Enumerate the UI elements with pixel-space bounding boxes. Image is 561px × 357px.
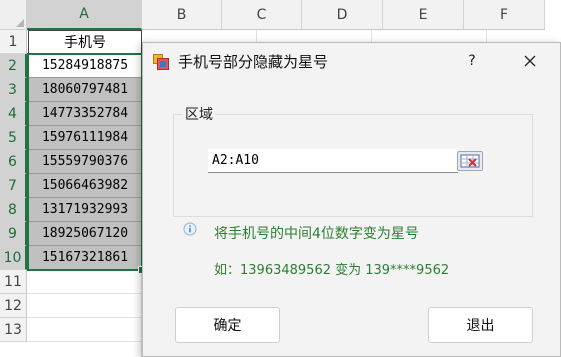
phone-cell[interactable]: 15284918875 xyxy=(28,54,142,78)
column-header-b[interactable]: B xyxy=(142,0,222,30)
close-icon xyxy=(524,55,536,67)
phone-cell[interactable]: 15167321861 xyxy=(28,246,142,270)
row-header[interactable]: 13 xyxy=(0,318,27,342)
phone-cell[interactable]: 15559790376 xyxy=(28,150,142,174)
row-header[interactable]: 8 xyxy=(0,198,27,222)
column-header-e[interactable]: E xyxy=(383,0,464,30)
row-header[interactable]: 5 xyxy=(0,126,27,150)
phone-cell[interactable]: 18060797481 xyxy=(28,78,142,102)
row-header[interactable]: 3 xyxy=(0,78,27,102)
header-cell[interactable]: 手机号 xyxy=(28,30,142,54)
column-header-d[interactable]: D xyxy=(302,0,383,30)
ok-button[interactable]: 确定 xyxy=(175,307,280,343)
range-select-button[interactable] xyxy=(457,151,483,171)
mask-phone-dialog: 手机号部分隐藏为星号 ? 区域 将手机号的中间4位数字变为星号 如：139634… xyxy=(142,42,561,357)
row-header[interactable]: 7 xyxy=(0,174,27,198)
range-input[interactable] xyxy=(208,149,458,173)
column-header-f[interactable]: F xyxy=(464,0,545,30)
range-select-icon xyxy=(460,154,480,168)
info-icon xyxy=(183,222,197,236)
info-text: 将手机号的中间4位数字变为星号 xyxy=(214,226,419,242)
example-text: 如：13963489562 变为 139****9562 xyxy=(214,263,450,278)
column-a-cells: 手机号 15284918875 18060797481 14773352784 … xyxy=(28,30,142,270)
dialog-title: 手机号部分隐藏为星号 xyxy=(178,53,329,71)
close-button[interactable] xyxy=(515,49,545,73)
row-header[interactable]: 12 xyxy=(0,294,27,318)
phone-cell[interactable]: 14773352784 xyxy=(28,102,142,126)
range-group-label: 区域 xyxy=(183,104,215,124)
row-header[interactable]: 10 xyxy=(0,246,27,270)
row-header[interactable]: 6 xyxy=(0,150,27,174)
dialog-titlebar[interactable]: 手机号部分隐藏为星号 ? xyxy=(143,43,560,81)
row-header[interactable]: 11 xyxy=(0,270,27,294)
row-header[interactable]: 1 xyxy=(0,30,27,54)
column-header-c[interactable]: C xyxy=(222,0,302,30)
phone-cell[interactable]: 15976111984 xyxy=(28,126,142,150)
exit-button[interactable]: 退出 xyxy=(428,307,533,343)
row-header[interactable]: 2 xyxy=(0,54,27,78)
phone-cell[interactable]: 13171932993 xyxy=(28,198,142,222)
help-button[interactable]: ? xyxy=(461,49,483,73)
row-header[interactable]: 9 xyxy=(0,222,27,246)
phone-cell[interactable]: 18925067120 xyxy=(28,222,142,246)
app-icon xyxy=(153,54,169,70)
column-header-a[interactable]: A xyxy=(27,0,142,30)
row-header[interactable]: 4 xyxy=(0,102,27,126)
select-all-corner[interactable] xyxy=(0,0,27,30)
row-headers: 1 2 3 4 5 6 7 8 9 10 11 12 13 xyxy=(0,30,27,342)
column-headers: A B C D E F xyxy=(27,0,545,30)
phone-cell[interactable]: 15066463982 xyxy=(28,174,142,198)
